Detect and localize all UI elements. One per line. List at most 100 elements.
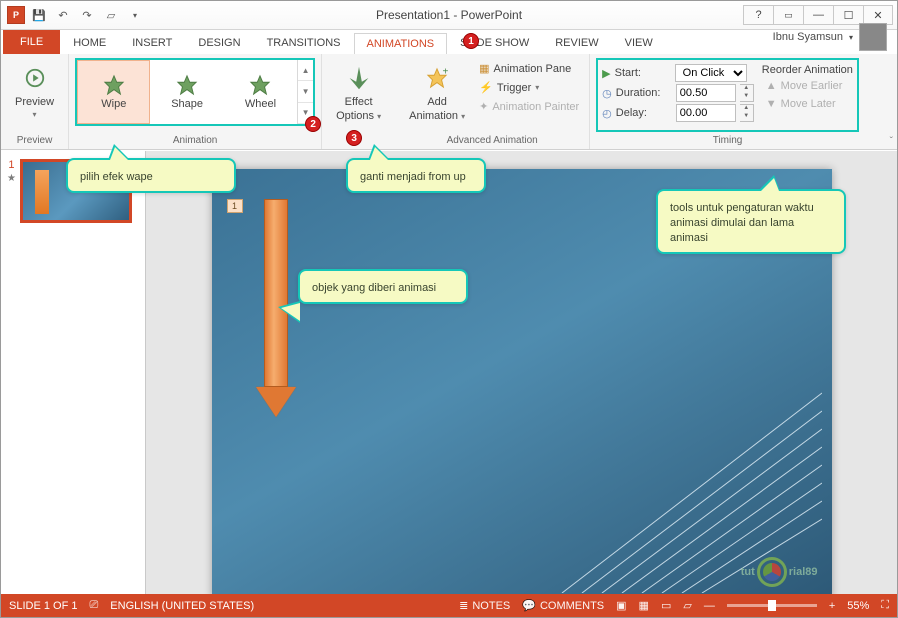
effect-options-button[interactable]: Effect Options ▾ 3 <box>328 58 389 126</box>
trigger-icon: ⚡ <box>479 81 493 94</box>
start-select[interactable]: On Click <box>675 64 747 82</box>
animation-order-tag[interactable]: 1 <box>227 199 243 213</box>
zoom-level[interactable]: 55% <box>847 600 869 612</box>
callout-object: objek yang diberi animasi <box>298 269 468 304</box>
collapse-ribbon-icon[interactable]: ˇ <box>890 136 893 147</box>
comments-icon: 💬 <box>522 599 536 612</box>
callout-wipe: pilih efek wape <box>66 158 236 193</box>
duration-label: Duration: <box>616 87 672 99</box>
thumbnail-pane: 1 ★ <box>1 151 146 594</box>
watermark: tut rial89 <box>741 557 818 587</box>
move-later-button: ▼Move Later <box>762 96 853 112</box>
watermark-logo-icon <box>757 557 787 587</box>
powerpoint-icon: P <box>7 6 25 24</box>
add-animation-icon: + <box>421 62 453 94</box>
gallery-scroll: ▲ ▼ ▼ <box>297 60 313 124</box>
thumb-arrow-shape <box>35 170 49 214</box>
gallery-up-icon[interactable]: ▲ <box>298 60 313 81</box>
status-slide-count[interactable]: SLIDE 1 OF 1 <box>9 600 77 612</box>
effect-shape[interactable]: Shape <box>150 60 223 124</box>
preview-button[interactable]: Preview ▾ <box>7 58 62 123</box>
group-animation: Wipe Shape Wheel ▲ ▼ ▼ 2 Animation <box>69 54 322 149</box>
ribbon-tabs: FILE HOME INSERT DESIGN TRANSITIONS ANIM… <box>1 30 897 54</box>
duration-spinner[interactable]: ▲▼ <box>740 84 754 102</box>
spellcheck-icon[interactable]: ⎚ <box>89 599 98 612</box>
start-show-icon[interactable]: ▱ <box>101 5 121 25</box>
clock-icon: ◷ <box>602 87 612 100</box>
duration-input[interactable] <box>676 84 736 102</box>
animation-pane-button[interactable]: ▦Animation Pane <box>475 60 583 77</box>
annotation-badge-1: 1 <box>463 33 479 49</box>
animation-indicator-icon[interactable]: ★ <box>7 173 16 184</box>
zoom-in-button[interactable]: + <box>829 600 835 612</box>
effect-wheel[interactable]: Wheel <box>224 60 297 124</box>
fit-window-icon[interactable]: ⛶ <box>881 599 889 612</box>
group-label-preview: Preview <box>17 133 53 148</box>
trigger-button[interactable]: ⚡Trigger ▾ <box>475 79 583 96</box>
quick-access-toolbar: P 💾 ↶ ↷ ▱ ▾ <box>1 5 151 25</box>
callout-timing: tools untuk pengaturan waktu animasi dim… <box>656 189 846 254</box>
tab-design[interactable]: DESIGN <box>185 32 253 54</box>
preview-icon <box>19 62 51 94</box>
delay-label: Delay: <box>616 107 672 119</box>
qat-more-icon[interactable]: ▾ <box>125 5 145 25</box>
annotation-badge-3: 3 <box>346 130 362 146</box>
sorter-view-icon[interactable]: ▦ <box>639 599 649 612</box>
notes-icon: ≣ <box>459 599 468 612</box>
tab-animations[interactable]: ANIMATIONS <box>354 33 448 55</box>
group-label-advanced: Advanced Animation <box>447 133 538 148</box>
group-label-animation: Animation <box>173 133 217 148</box>
effect-options-icon <box>343 62 375 94</box>
up-arrow-icon: ▲ <box>766 80 777 92</box>
slideshow-view-icon[interactable]: ▱ <box>683 599 691 612</box>
ribbon: Preview ▾ Preview Wipe Shape Wheel <box>1 54 897 150</box>
group-label-timing: Timing <box>713 133 743 148</box>
comments-button[interactable]: 💬COMMENTS <box>522 599 604 612</box>
status-language[interactable]: ENGLISH (UNITED STATES) <box>110 600 254 612</box>
tab-insert[interactable]: INSERT <box>119 32 185 54</box>
delay-input[interactable] <box>676 104 736 122</box>
star-icon <box>249 74 271 96</box>
start-label: Start: <box>615 67 671 79</box>
delay-clock-icon: ◴ <box>602 107 612 120</box>
group-preview: Preview ▾ Preview <box>1 54 69 149</box>
star-icon <box>103 74 125 96</box>
undo-icon[interactable]: ↶ <box>53 5 73 25</box>
zoom-out-button[interactable]: — <box>704 600 715 612</box>
zoom-slider[interactable] <box>727 604 817 607</box>
move-earlier-button: ▲Move Earlier <box>762 78 853 94</box>
notes-button[interactable]: ≣NOTES <box>459 599 510 612</box>
avatar <box>859 23 887 51</box>
tab-file[interactable]: FILE <box>3 30 60 54</box>
account-name: Ibnu Syamsun <box>773 31 843 43</box>
thumb-number: 1 <box>8 159 14 171</box>
gallery-down-icon[interactable]: ▼ <box>298 81 313 102</box>
title-bar: P 💾 ↶ ↷ ▱ ▾ Presentation1 - PowerPoint ?… <box>1 1 897 30</box>
tab-view[interactable]: VIEW <box>612 32 666 54</box>
redo-icon[interactable]: ↷ <box>77 5 97 25</box>
tab-transitions[interactable]: TRANSITIONS <box>254 32 354 54</box>
delay-spinner[interactable]: ▲▼ <box>740 104 754 122</box>
annotation-badge-2: 2 <box>305 116 321 132</box>
save-icon[interactable]: 💾 <box>29 5 49 25</box>
effect-wipe[interactable]: Wipe <box>77 60 150 124</box>
group-effect-options: Effect Options ▾ 3 <box>322 54 395 149</box>
callout-fromup: ganti menjadi from up <box>346 158 486 193</box>
tab-home[interactable]: HOME <box>60 32 119 54</box>
account-area[interactable]: Ibnu Syamsun ▾ <box>765 20 895 54</box>
status-bar: SLIDE 1 OF 1 ⎚ ENGLISH (UNITED STATES) ≣… <box>1 594 897 617</box>
star-icon <box>176 74 198 96</box>
tab-slideshow[interactable]: SLIDE SHOW <box>447 32 542 54</box>
group-advanced-animation: + Add Animation ▾ ▦Animation Pane ⚡Trigg… <box>395 54 590 149</box>
add-animation-button[interactable]: + Add Animation ▾ <box>401 58 473 126</box>
timing-box: ▶ Start: On Click ◷ Duration: ▲▼ ◴ <box>596 58 859 132</box>
svg-text:+: + <box>443 67 449 77</box>
normal-view-icon[interactable]: ▣ <box>616 599 626 612</box>
pane-icon: ▦ <box>479 62 489 75</box>
group-timing: ▶ Start: On Click ◷ Duration: ▲▼ ◴ <box>590 54 865 149</box>
down-arrow-icon: ▼ <box>766 98 777 110</box>
reading-view-icon[interactable]: ▭ <box>661 599 671 612</box>
animation-gallery: Wipe Shape Wheel ▲ ▼ ▼ 2 <box>75 58 315 126</box>
play-icon: ▶ <box>602 67 610 80</box>
tab-review[interactable]: REVIEW <box>542 32 611 54</box>
